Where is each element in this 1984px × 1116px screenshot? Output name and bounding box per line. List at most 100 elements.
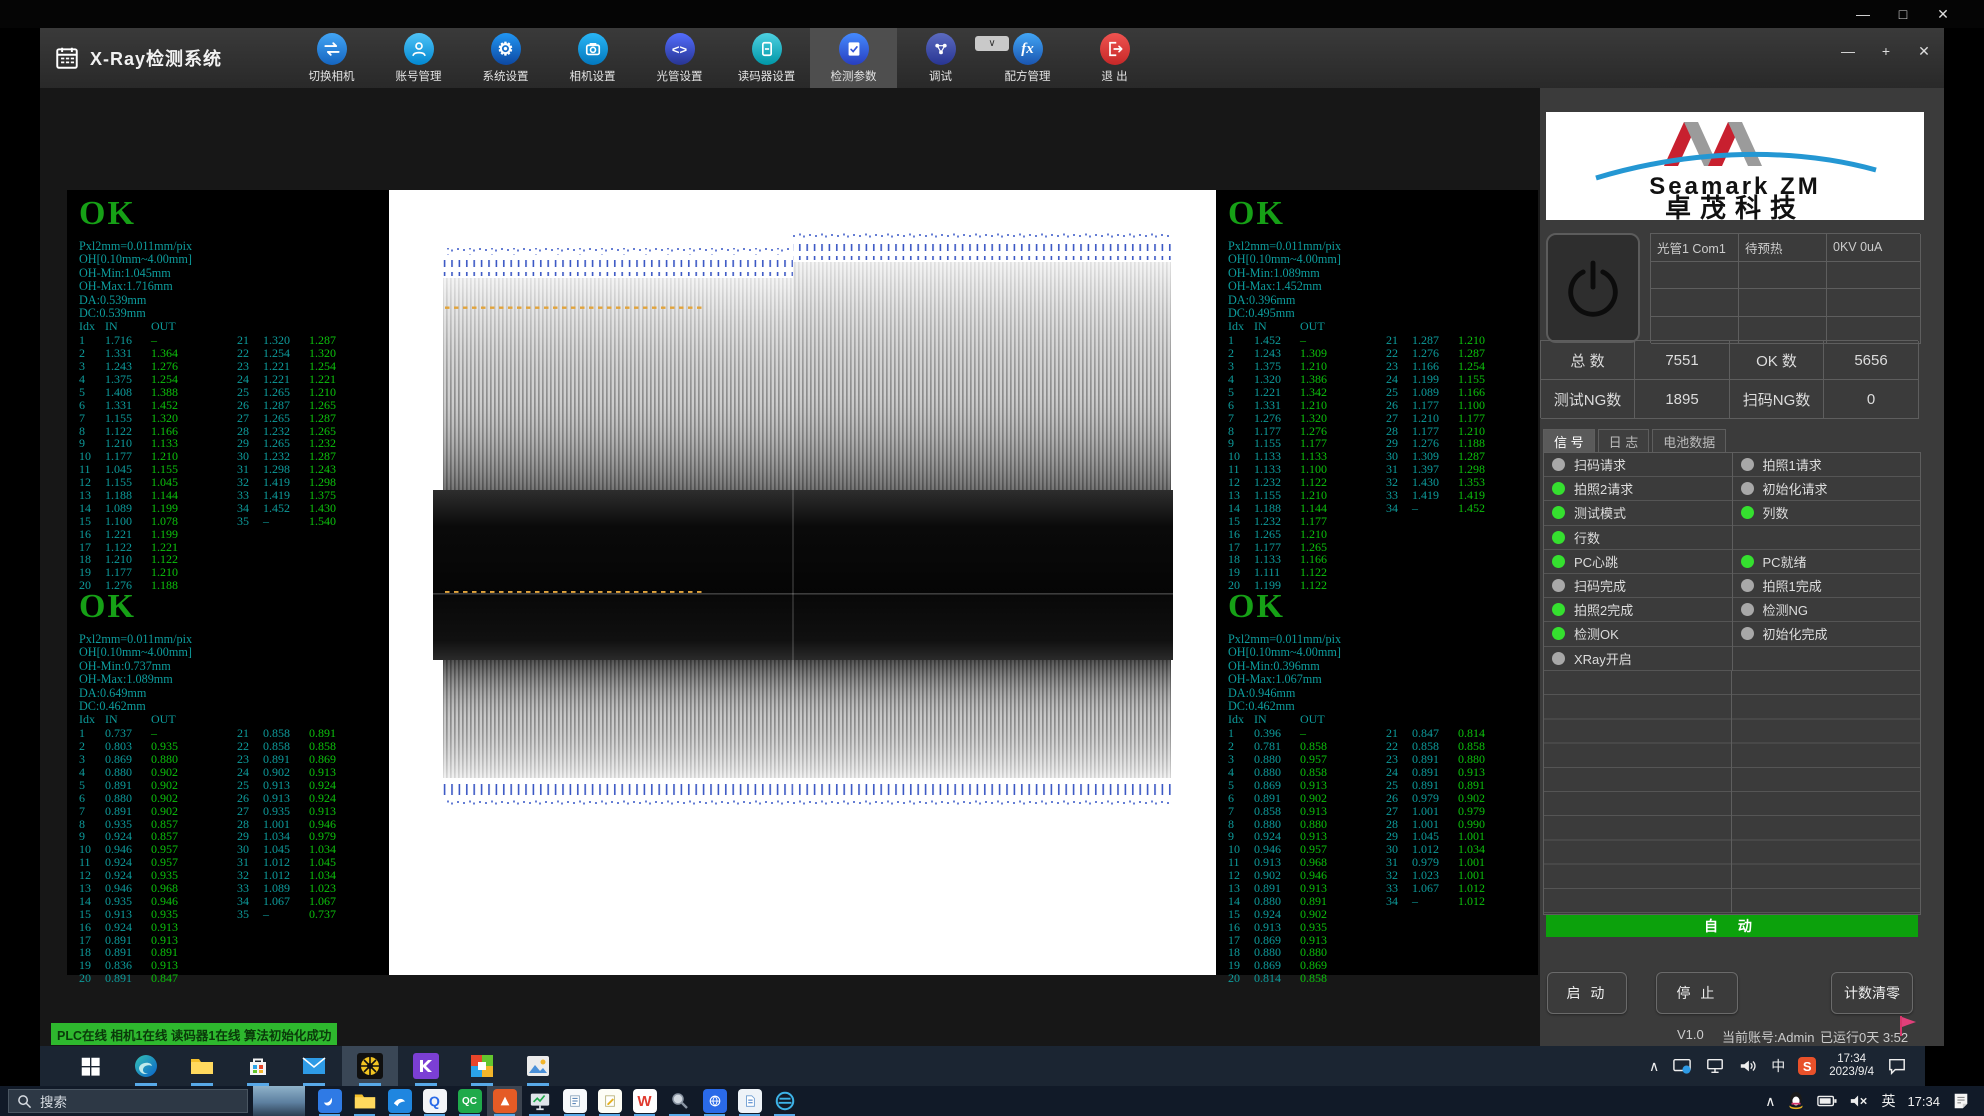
tube-status-table: 光管1 Com1 待预热 0KV 0uA <box>1650 233 1920 343</box>
edge-browser-icon[interactable] <box>118 1046 174 1086</box>
measure-row: 291.2761.188 <box>1386 436 1536 449</box>
globe-app-icon[interactable] <box>697 1086 732 1116</box>
tiles-app-icon[interactable] <box>454 1046 510 1086</box>
measure-row: 80.8800.880 <box>1228 817 1386 830</box>
app-maximize-button[interactable]: + <box>1874 40 1898 62</box>
search-input[interactable]: 搜索 <box>8 1089 248 1113</box>
tab-signal[interactable]: 信 号 <box>1543 429 1595 453</box>
battery-icon[interactable] <box>1817 1093 1837 1109</box>
signal-indicator <box>1733 526 1921 550</box>
measure-row: 61.3311.210 <box>1228 398 1386 411</box>
signal-indicator: PC就绪 <box>1733 550 1921 574</box>
xray-power-button[interactable] <box>1546 233 1640 343</box>
qq-icon[interactable] <box>1787 1091 1805 1111</box>
photos-app-icon[interactable] <box>510 1046 566 1086</box>
ms-store-icon[interactable] <box>230 1046 286 1086</box>
tab-battery-data[interactable]: 电池数据 <box>1652 429 1726 453</box>
weather-widget[interactable] <box>253 1086 305 1116</box>
result-label: OK <box>1228 195 1538 239</box>
sogou-icon[interactable]: S <box>1798 1057 1816 1075</box>
swoosh-app-icon[interactable] <box>382 1086 417 1116</box>
bird-app-icon[interactable] <box>312 1086 347 1116</box>
xray-viewer-app-icon[interactable] <box>487 1086 522 1116</box>
measure-row: 241.1991.155 <box>1386 372 1536 385</box>
docs-app-icon[interactable] <box>732 1086 767 1116</box>
toolbar-item-exit[interactable]: 退 出 <box>1071 28 1158 88</box>
start-button-remote[interactable] <box>62 1046 118 1086</box>
tray-chevron-up[interactable]: ∧ <box>1649 1058 1659 1075</box>
wps-app-icon[interactable]: W <box>627 1086 662 1116</box>
measure-row: 301.2321.287 <box>237 449 387 462</box>
measure-row: 71.2761.320 <box>1228 411 1386 424</box>
toolbar-item-camera-settings[interactable]: 相机设置 <box>549 28 636 88</box>
measure-row: 270.9350.913 <box>237 804 387 817</box>
toolbar-item-debug[interactable]: 调试 <box>897 28 984 88</box>
rdp-maximize-button[interactable]: □ <box>1886 0 1920 28</box>
notepad-app-icon[interactable] <box>557 1086 592 1116</box>
tab-log[interactable]: 日 志 <box>1598 429 1650 453</box>
measure-row: 261.2871.265 <box>237 398 387 411</box>
editor-app-icon[interactable] <box>592 1086 627 1116</box>
magnifier-tool-icon[interactable] <box>662 1086 697 1116</box>
account-text: 当前账号:Admin <box>1722 1027 1814 1046</box>
qc-app-icon[interactable]: QC <box>452 1086 487 1116</box>
clear-count-button[interactable]: 计数清零 <box>1831 972 1913 1014</box>
quark-app-icon[interactable]: Q <box>417 1086 452 1116</box>
toolbar-dropdown-chevron[interactable]: ∨ <box>975 36 1009 51</box>
measure-row: 211.2871.210 <box>1386 333 1536 346</box>
rdp-minimize-button[interactable]: — <box>1846 0 1880 28</box>
tube-state: 待预热 <box>1739 234 1827 262</box>
rdp-close-button[interactable]: ✕ <box>1926 0 1960 28</box>
clock-time: 17:34 <box>1829 1053 1874 1066</box>
measure-panel-right-bottom: OK Pxl2mm=0.011mm/pixOH[0.10mm~4.00mm]OH… <box>1216 583 1538 976</box>
info-line: OH-Max:1.452mm <box>1228 279 1538 292</box>
measure-row: 21.2431.309 <box>1228 346 1386 359</box>
exit-icon <box>1100 33 1130 65</box>
toolbar-item-detect-params[interactable]: 检测参数 <box>810 28 897 88</box>
toolbar-item-system-settings[interactable]: ⚙ 系统设置 <box>462 28 549 88</box>
ks-app-icon[interactable] <box>398 1046 454 1086</box>
app-minimize-button[interactable]: — <box>1836 40 1860 62</box>
signal-indicator: 测试模式 <box>1544 501 1732 525</box>
measure-row: 311.3971.298 <box>1386 462 1536 475</box>
ie-browser-icon[interactable] <box>767 1086 802 1116</box>
toolbar-item-switch-camera[interactable]: 切换相机 <box>288 28 375 88</box>
cast-icon[interactable] <box>1672 1057 1692 1075</box>
measure-row: 11.716– <box>79 333 237 346</box>
sticky-notes-icon[interactable] <box>1952 1092 1970 1110</box>
network-monitor-icon[interactable] <box>1705 1057 1725 1075</box>
ime-indicator-remote[interactable]: 中 <box>1771 1056 1785 1076</box>
monitor-app-icon[interactable] <box>522 1086 557 1116</box>
ime-indicator-local[interactable]: 英 <box>1881 1091 1895 1111</box>
file-explorer-local-icon[interactable] <box>347 1086 382 1116</box>
volume-icon[interactable] <box>1738 1057 1758 1075</box>
info-line: DA:0.649mm <box>79 686 389 699</box>
toolbar-item-account[interactable]: 账号管理 <box>375 28 462 88</box>
measure-row: 341.4521.430 <box>237 501 387 514</box>
toolbar-item-reader-settings[interactable]: 读码器设置 <box>723 28 810 88</box>
toolbar-item-tube-settings[interactable]: <> 光管设置 <box>636 28 723 88</box>
stop-button[interactable]: 停 止 <box>1656 972 1738 1014</box>
measure-row: 130.9460.968 <box>79 881 237 894</box>
measure-row: 220.8580.858 <box>237 739 387 752</box>
clock-remote[interactable]: 17:34 2023/9/4 <box>1829 1053 1874 1079</box>
status-dot <box>1552 652 1565 665</box>
tray2-chevron-up[interactable]: ∧ <box>1765 1093 1775 1110</box>
company-logo: Seamark ZM 卓茂科技 <box>1546 112 1924 220</box>
mail-icon[interactable] <box>286 1046 342 1086</box>
xray-app-taskbar-icon[interactable] <box>342 1046 398 1086</box>
measure-row: 60.8800.902 <box>79 791 237 804</box>
app-window-controls: — + ✕ <box>1836 40 1936 62</box>
rdp-titlebar: — □ ✕ <box>0 0 1984 28</box>
xray-image-view[interactable] <box>389 190 1216 975</box>
action-center-icon[interactable] <box>1887 1057 1907 1075</box>
measure-row: 181.2101.122 <box>79 552 237 565</box>
file-explorer-icon[interactable] <box>174 1046 230 1086</box>
app-close-button[interactable]: ✕ <box>1912 40 1936 62</box>
measure-row: 100.9460.957 <box>79 842 237 855</box>
measure-row: 35–0.737 <box>237 907 387 920</box>
status-dot <box>1552 603 1565 616</box>
volume-muted-icon[interactable] <box>1849 1093 1869 1109</box>
start-button[interactable]: 启 动 <box>1547 972 1627 1014</box>
clock-local[interactable]: 17:34 <box>1907 1094 1940 1109</box>
